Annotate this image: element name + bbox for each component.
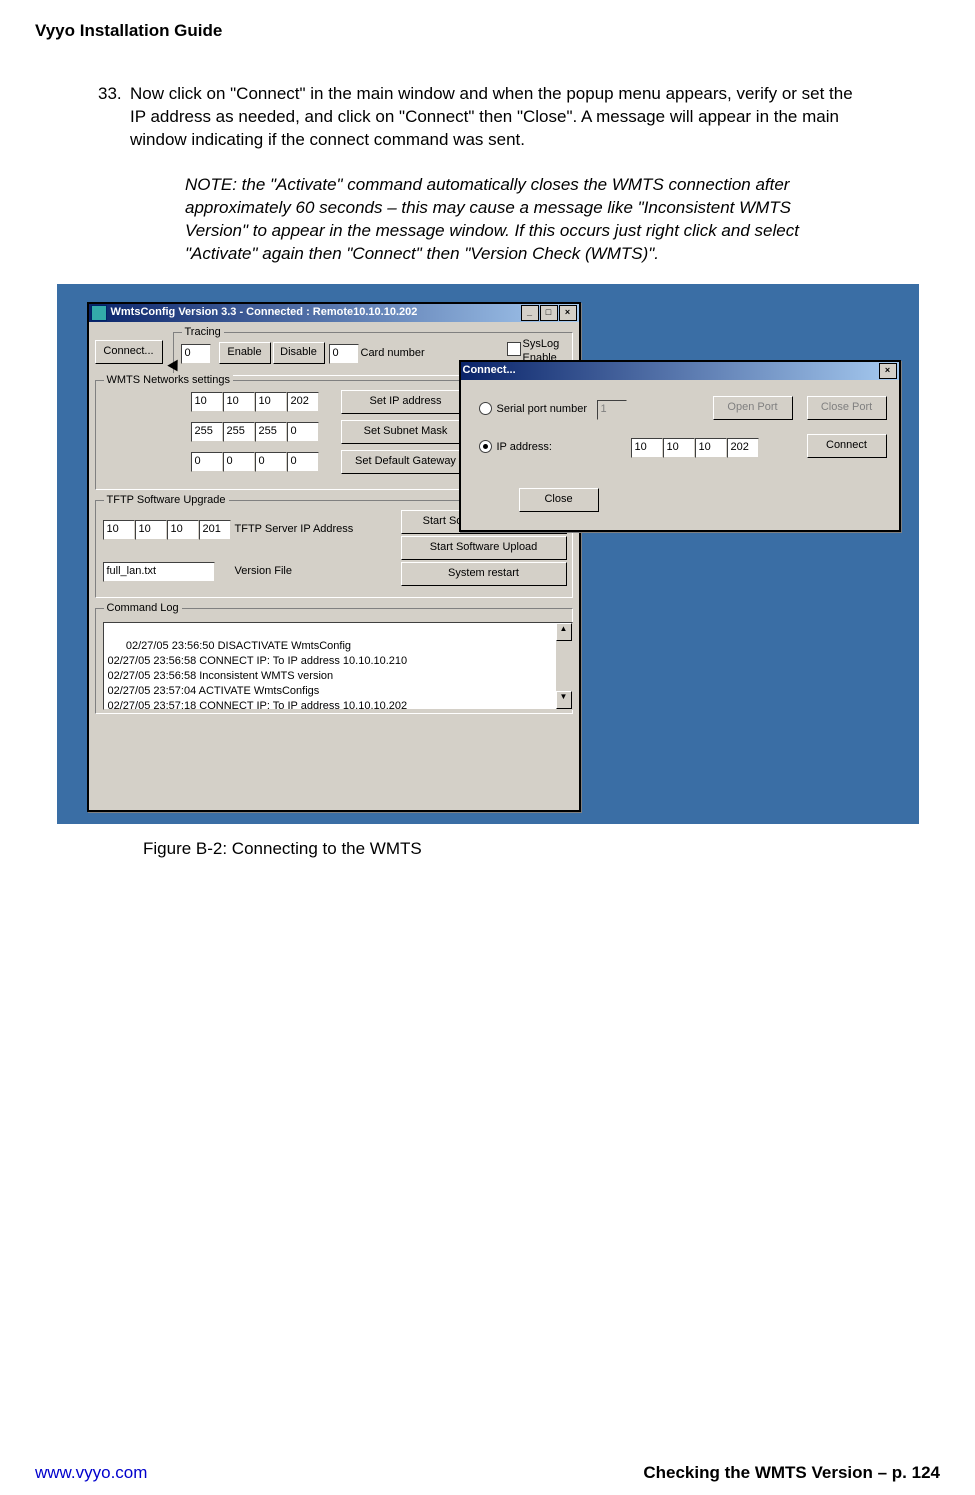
tracing-value-input[interactable]: 0 bbox=[181, 344, 211, 364]
scroll-down-icon[interactable]: ▼ bbox=[556, 691, 572, 709]
figure-screenshot: WmtsConfig Version 3.3 - Connected : Rem… bbox=[57, 284, 919, 824]
close-window-button[interactable]: × bbox=[559, 305, 577, 321]
ip-4[interactable]: 202 bbox=[287, 392, 319, 412]
ip-radio[interactable] bbox=[479, 440, 492, 453]
ip-radio-label: IP address: bbox=[497, 440, 552, 455]
connect-button[interactable]: Connect bbox=[807, 434, 887, 458]
gw-4[interactable]: 0 bbox=[287, 452, 319, 472]
gw-2[interactable]: 0 bbox=[223, 452, 255, 472]
connect-titlebar[interactable]: Connect... × bbox=[461, 362, 899, 380]
set-gateway-button[interactable]: Set Default Gateway bbox=[341, 450, 471, 474]
gw-3[interactable]: 0 bbox=[255, 452, 287, 472]
ip-2[interactable]: 10 bbox=[223, 392, 255, 412]
tftp-ip-label: TFTP Server IP Address bbox=[235, 522, 354, 537]
tftp-ip-2[interactable]: 10 bbox=[135, 520, 167, 540]
log-scrollbar[interactable]: ▲ ▼ bbox=[556, 623, 572, 709]
figure-caption: Figure B-2: Connecting to the WMTS bbox=[143, 838, 940, 861]
step-text: Now click on "Connect" in the main windo… bbox=[130, 84, 853, 149]
app-icon bbox=[91, 305, 107, 321]
footer-link[interactable]: www.vyyo.com bbox=[35, 1462, 147, 1485]
scroll-up-icon[interactable]: ▲ bbox=[556, 623, 572, 641]
tftp-ip-3[interactable]: 10 bbox=[167, 520, 199, 540]
connect-title: Connect... bbox=[463, 363, 875, 378]
close-button[interactable]: Close bbox=[519, 488, 599, 512]
command-log-lines: 02/27/05 23:56:50 DISACTIVATE WmtsConfig… bbox=[108, 640, 408, 709]
syslog-checkbox[interactable] bbox=[507, 342, 521, 356]
close-port-button: Close Port bbox=[807, 396, 887, 420]
set-subnet-button[interactable]: Set Subnet Mask bbox=[341, 420, 471, 444]
minimize-button[interactable]: _ bbox=[521, 305, 539, 321]
set-ip-button[interactable]: Set IP address bbox=[341, 390, 471, 414]
step-33: 33. Now click on "Connect" in the main w… bbox=[130, 83, 860, 152]
connect-ip-2[interactable]: 10 bbox=[663, 438, 695, 458]
card-number-label: Card number bbox=[361, 346, 425, 361]
subnet-3[interactable]: 255 bbox=[255, 422, 287, 442]
subnet-1[interactable]: 255 bbox=[191, 422, 223, 442]
version-file-label: Version File bbox=[235, 564, 292, 579]
command-log[interactable]: 02/27/05 23:56:50 DISACTIVATE WmtsConfig… bbox=[103, 622, 573, 710]
maximize-button[interactable]: □ bbox=[540, 305, 558, 321]
gw-1[interactable]: 0 bbox=[191, 452, 223, 472]
connect-main-button[interactable]: Connect... bbox=[95, 340, 163, 364]
tracing-enable-button[interactable]: Enable bbox=[219, 342, 271, 364]
titlebar[interactable]: WmtsConfig Version 3.3 - Connected : Rem… bbox=[89, 304, 579, 322]
connect-ip-1[interactable]: 10 bbox=[631, 438, 663, 458]
tracing-disable-button[interactable]: Disable bbox=[273, 342, 325, 364]
tftp-ip-1[interactable]: 10 bbox=[103, 520, 135, 540]
connect-ip-3[interactable]: 10 bbox=[695, 438, 727, 458]
tftp-ip-4[interactable]: 201 bbox=[199, 520, 231, 540]
serial-input: 1 bbox=[597, 400, 627, 420]
note-block: NOTE: the "Activate" command automatical… bbox=[185, 174, 820, 266]
serial-label: Serial port number bbox=[497, 402, 588, 417]
subnet-4[interactable]: 0 bbox=[287, 422, 319, 442]
subnet-2[interactable]: 255 bbox=[223, 422, 255, 442]
step-number: 33. bbox=[98, 83, 122, 106]
footer-section: Checking the WMTS Version – p. 124 bbox=[643, 1462, 940, 1485]
open-port-button: Open Port bbox=[713, 396, 793, 420]
page-footer: www.vyyo.com Checking the WMTS Version –… bbox=[35, 1462, 940, 1485]
card-number-input[interactable]: 0 bbox=[329, 344, 359, 364]
start-upload-button[interactable]: Start Software Upload bbox=[401, 536, 567, 560]
connect-close-x[interactable]: × bbox=[879, 363, 897, 379]
ip-1[interactable]: 10 bbox=[191, 392, 223, 412]
connect-dialog: Connect... × Serial port number 1 Open P… bbox=[459, 360, 901, 532]
version-file-input[interactable]: full_lan.txt bbox=[103, 562, 215, 582]
page-header: Vyyo Installation Guide bbox=[35, 20, 940, 43]
system-restart-button[interactable]: System restart bbox=[401, 562, 567, 586]
window-title: WmtsConfig Version 3.3 - Connected : Rem… bbox=[111, 305, 517, 320]
ip-3[interactable]: 10 bbox=[255, 392, 287, 412]
serial-radio[interactable] bbox=[479, 402, 492, 415]
connect-ip-4[interactable]: 202 bbox=[727, 438, 759, 458]
